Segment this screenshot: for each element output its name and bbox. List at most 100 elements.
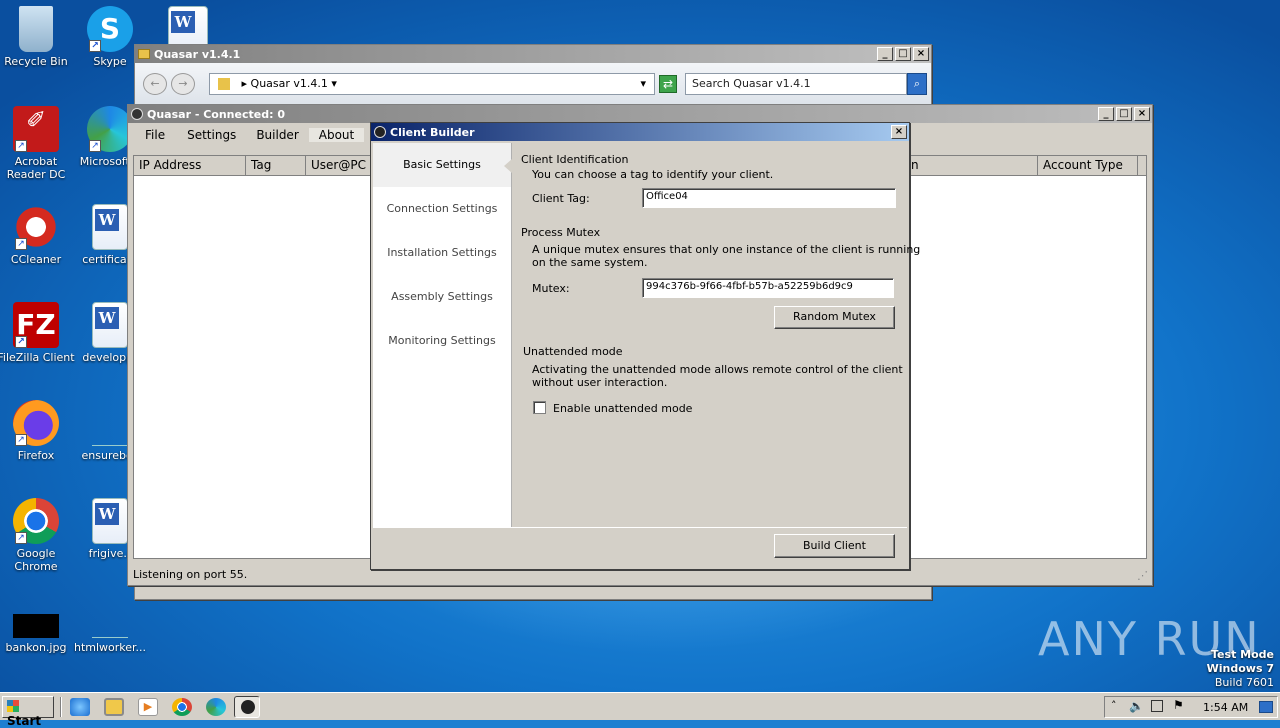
shortcut-arrow-icon: ↗ [15, 434, 27, 446]
search-placeholder: Search Quasar v1.4.1 [692, 77, 811, 90]
process-mutex-desc-1: A unique mutex ensures that only one ins… [532, 243, 921, 256]
quasar-app-icon [241, 700, 255, 714]
nav-selection-pointer [504, 159, 512, 173]
nav-basic-settings[interactable]: Basic Settings [373, 143, 511, 187]
status-text: Listening on port 55. [133, 568, 248, 581]
internet-explorer-icon[interactable] [70, 698, 90, 716]
desktop-icon-label: FileZilla Client [0, 351, 75, 364]
refresh-button[interactable]: ⇄ [659, 75, 677, 93]
address-bar[interactable]: ▸ Quasar v1.4.1 ▾ ▾ [209, 73, 655, 95]
address-dropdown-icon[interactable]: ▾ [640, 77, 646, 90]
start-button[interactable]: Start [2, 696, 54, 728]
unattended-mode-desc-1: Activating the unattended mode allows re… [532, 363, 903, 376]
acrobat-icon: ✐ ↗ [13, 106, 59, 152]
menu-settings[interactable]: Settings [175, 128, 246, 142]
minimize-button[interactable]: _ [1098, 107, 1114, 121]
column-ip-address[interactable]: IP Address [134, 156, 246, 176]
random-mutex-button[interactable]: Random Mutex [774, 306, 895, 329]
blank-file-icon [92, 400, 128, 446]
desktop-icon-label: Acrobat Reader DC [6, 155, 66, 181]
quasar-taskbar-icon[interactable] [234, 696, 260, 718]
nav-monitoring-settings[interactable]: Monitoring Settings [373, 319, 511, 363]
menu-builder[interactable]: Builder [246, 128, 308, 142]
enable-unattended-checkbox[interactable] [533, 401, 546, 414]
desktop-icon-firefox[interactable]: ↗ Firefox [0, 400, 76, 462]
image-file-icon [13, 614, 59, 638]
menu-file[interactable]: File [128, 128, 175, 142]
build-client-button[interactable]: Build Client [774, 534, 895, 558]
show-desktop-icon[interactable] [1259, 701, 1273, 713]
desktop-icon-recycle-bin[interactable]: Recycle Bin [0, 6, 76, 68]
start-label: Start [7, 714, 42, 728]
desktop-icon-chrome[interactable]: ↗ Google Chrome [0, 498, 76, 573]
recycle-bin-icon [19, 6, 53, 52]
client-builder-titlebar[interactable]: Client Builder × [371, 123, 909, 141]
windows-logo-icon [7, 700, 19, 712]
word-document-icon: W [92, 204, 128, 250]
filezilla-icon: FZ ↗ [13, 302, 59, 348]
window-title: Quasar v1.4.1 [154, 47, 241, 61]
nav-installation-settings[interactable]: Installation Settings [373, 231, 511, 275]
desktop-icon-ccleaner[interactable]: ↗ CCleaner [0, 204, 76, 266]
resize-grip-icon: ⋰ [1137, 569, 1148, 582]
desktop-icon-filezilla[interactable]: FZ ↗ FileZilla Client [0, 302, 76, 364]
shortcut-arrow-icon: ↗ [15, 532, 27, 544]
quasar-app-icon [131, 108, 143, 120]
desktop-icon-htmlworker[interactable]: htmlworker... [70, 614, 150, 654]
forward-button[interactable]: → [171, 73, 195, 95]
client-tag-input[interactable]: Office04 [642, 188, 896, 208]
search-icon[interactable]: ⌕ [907, 73, 927, 95]
builder-content: Client Identification You can choose a t… [513, 143, 920, 527]
close-button[interactable]: × [913, 47, 929, 61]
column-account-type[interactable]: Account Type [1038, 156, 1138, 176]
menu-about[interactable]: About [308, 128, 365, 142]
maximize-button[interactable]: □ [1116, 107, 1132, 121]
desktop-icon-acrobat[interactable]: ✐ ↗ Acrobat Reader DC [0, 106, 76, 181]
search-box[interactable]: Search Quasar v1.4.1 [685, 73, 907, 95]
system-tray: ˄ 🔈 ⚑ 1:54 AM [1104, 696, 1278, 718]
quasar-titlebar[interactable]: Quasar - Connected: 0 _ □ × [128, 105, 1152, 123]
column-hidden-partial[interactable]: n [908, 156, 1038, 176]
desktop-icon-label: bankon.jpg [5, 641, 67, 654]
folder-icon [218, 78, 230, 90]
test-mode-line: Test Mode [1211, 648, 1274, 661]
column-tag[interactable]: Tag [246, 156, 306, 176]
test-mode-notice: Test Mode Windows 7 Build 7601 [1207, 648, 1274, 690]
file-explorer-icon[interactable] [104, 698, 124, 716]
chevron-right-icon: ▸ [241, 77, 248, 90]
explorer-titlebar[interactable]: Quasar v1.4.1 _ □ × [135, 45, 931, 63]
firefox-icon: ↗ [13, 400, 59, 446]
dialog-title: Client Builder [390, 125, 475, 139]
close-button[interactable]: × [1134, 107, 1150, 121]
nav-label: Assembly Settings [391, 290, 493, 303]
nav-label: Monitoring Settings [388, 334, 496, 347]
flag-icon[interactable]: ⚑ [1173, 698, 1184, 712]
minimize-button[interactable]: _ [877, 47, 893, 61]
desktop-icon-bankon[interactable]: bankon.jpg [0, 614, 76, 654]
edge-taskbar-icon[interactable] [206, 698, 226, 716]
client-builder-dialog[interactable]: Client Builder × Basic Settings Connecti… [370, 122, 920, 570]
close-button[interactable]: × [891, 125, 907, 139]
process-mutex-heading: Process Mutex [521, 226, 601, 239]
media-player-icon[interactable]: ▶ [138, 698, 158, 716]
back-button[interactable]: ← [143, 73, 167, 95]
chevron-up-icon[interactable]: ˄ [1111, 699, 1117, 712]
shortcut-arrow-icon: ↗ [15, 140, 27, 152]
chrome-icon: ↗ [13, 498, 59, 544]
maximize-button[interactable]: □ [895, 47, 911, 61]
enable-unattended-label[interactable]: Enable unattended mode [553, 402, 692, 415]
nav-connection-settings[interactable]: Connection Settings [373, 187, 511, 231]
shortcut-arrow-icon: ↗ [15, 336, 27, 348]
ccleaner-icon: ↗ [13, 204, 59, 250]
mutex-input[interactable]: 994c376b-9f66-4fbf-b57b-a52259b6d9c9 [642, 278, 894, 298]
clock[interactable]: 1:54 AM [1203, 701, 1248, 714]
chrome-taskbar-icon[interactable] [172, 698, 192, 716]
volume-icon[interactable]: 🔈 [1129, 699, 1144, 713]
builder-footer: Build Client [373, 527, 907, 567]
nav-assembly-settings[interactable]: Assembly Settings [373, 275, 511, 319]
shortcut-arrow-icon: ↗ [15, 238, 27, 250]
quasar-app-icon [374, 126, 386, 138]
network-icon[interactable] [1151, 700, 1163, 712]
folder-icon [138, 49, 150, 59]
explorer-toolbar: ← → ▸ Quasar v1.4.1 ▾ ▾ ⇄ Search Quasar … [135, 63, 931, 105]
